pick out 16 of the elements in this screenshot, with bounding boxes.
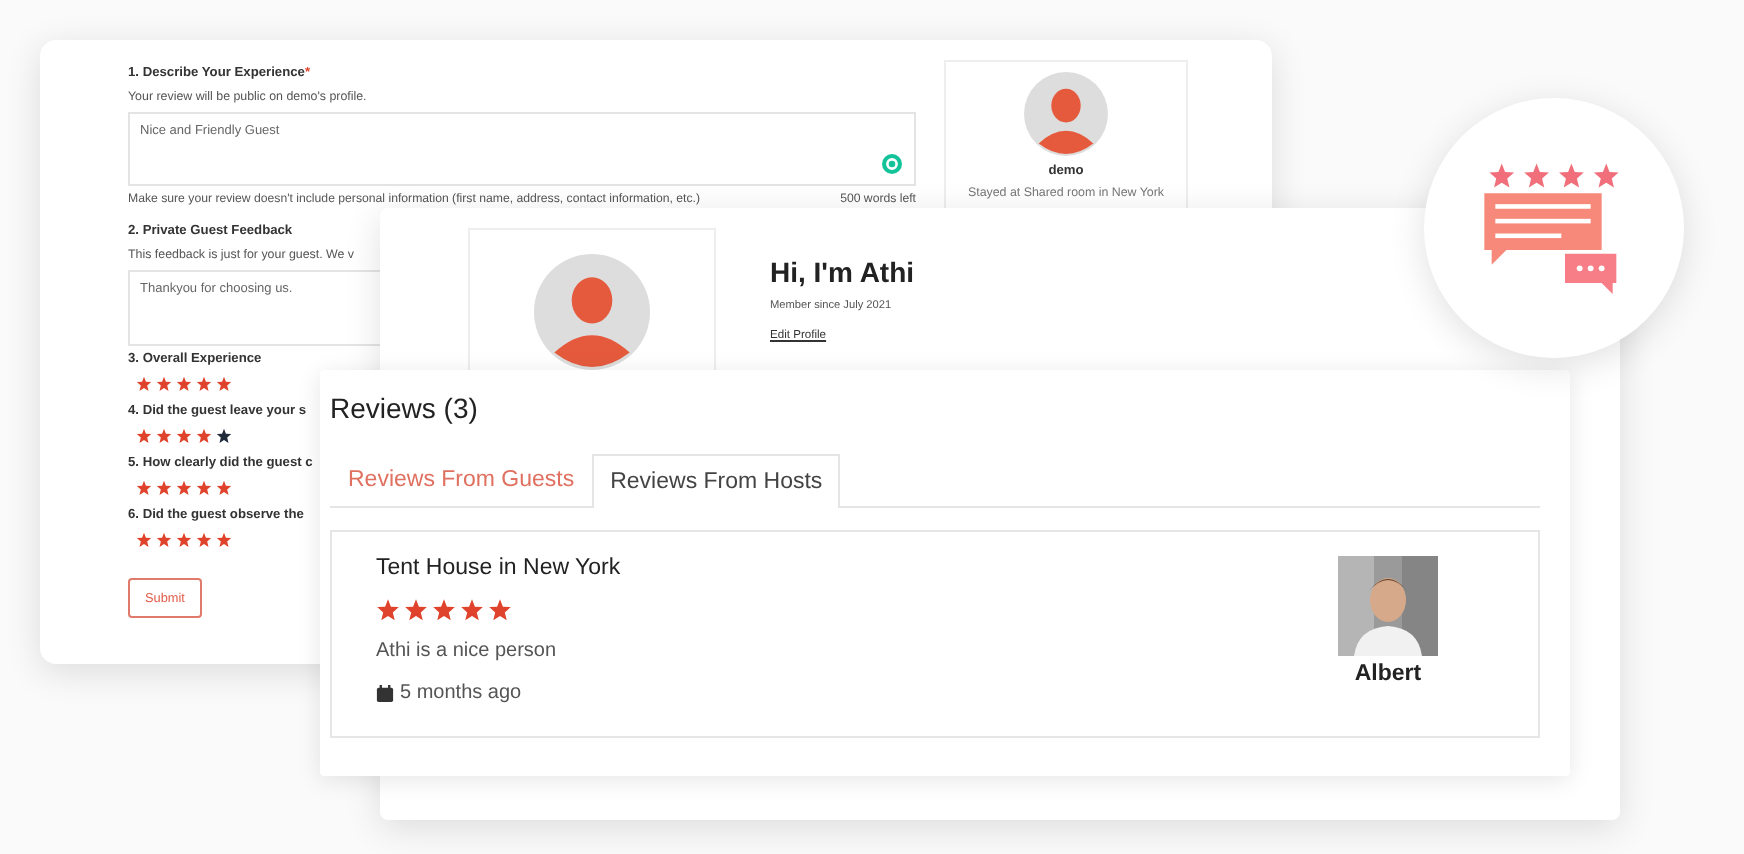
review-text: Athi is a nice person	[376, 640, 559, 662]
star-rating[interactable]	[136, 428, 232, 444]
calendar-icon	[376, 683, 394, 703]
star-rating[interactable]	[136, 376, 232, 392]
profile-greeting: Hi, I'm Athi	[770, 256, 915, 288]
listing-title: Tent House in New York	[376, 556, 621, 580]
star-rating[interactable]	[136, 532, 232, 548]
avatar-icon	[1024, 72, 1108, 156]
reviews-heading: Reviews (3)	[330, 392, 480, 424]
grammar-check-icon[interactable]	[882, 154, 902, 174]
reviewer-name: Albert	[1354, 662, 1422, 686]
star-rating[interactable]	[136, 480, 232, 496]
tab[interactable]: Reviews From Hosts	[592, 454, 841, 508]
avatar-icon	[534, 254, 650, 370]
tab[interactable]: Reviews From Guests	[330, 454, 593, 506]
review-time: 5 months ago	[400, 682, 522, 704]
